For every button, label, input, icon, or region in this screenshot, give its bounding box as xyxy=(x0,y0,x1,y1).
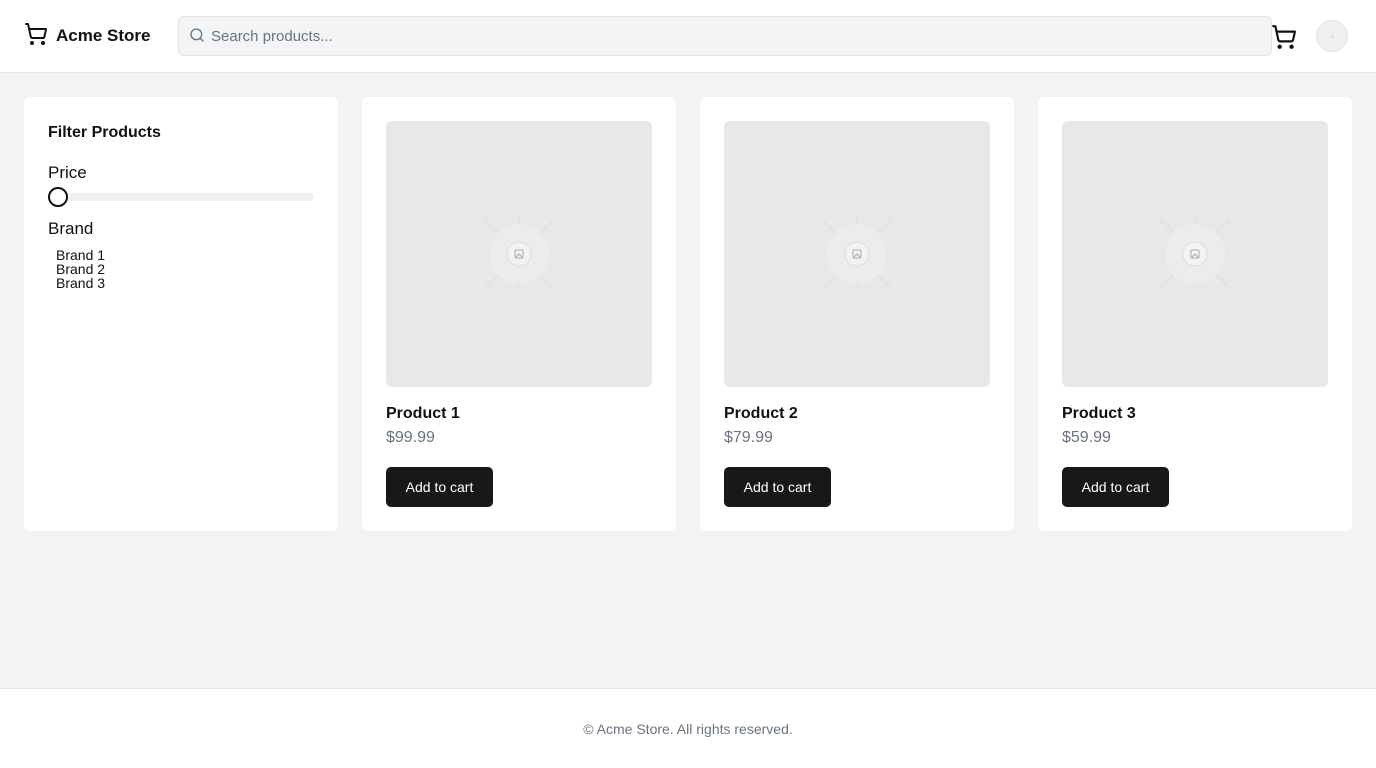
shopping-cart-icon xyxy=(1271,25,1297,54)
top-header: Acme Store xyxy=(0,0,1376,73)
page-footer: © Acme Store. All rights reserved. xyxy=(0,688,1376,768)
product-image xyxy=(1062,121,1328,387)
search-icon xyxy=(189,27,205,48)
product-price: $59.99 xyxy=(1062,429,1111,446)
product-image xyxy=(724,121,990,387)
brand-name: Acme Store xyxy=(56,26,151,45)
filter-title: Filter Products xyxy=(48,124,161,141)
add-to-cart-button[interactable]: Add to cart xyxy=(1062,467,1169,507)
brand-logo-link[interactable]: Acme Store xyxy=(24,22,150,50)
search-bar xyxy=(178,16,1272,56)
shopping-cart-icon xyxy=(24,22,48,51)
filter-sidebar: Filter Products Price Brand Brand 1 Bran… xyxy=(24,97,338,531)
add-to-cart-button[interactable]: Add to cart xyxy=(724,467,831,507)
brand-list: Brand 1 Brand 2 Brand 3 xyxy=(56,248,105,290)
brand-option[interactable]: Brand 1 xyxy=(56,248,105,262)
product-name[interactable]: Product 3 xyxy=(1062,405,1136,423)
product-price: $79.99 xyxy=(724,429,773,446)
product-card: Product 2 $79.99 Add to cart xyxy=(700,97,1014,531)
brand-option[interactable]: Brand 3 xyxy=(56,276,105,290)
price-slider-thumb[interactable] xyxy=(48,187,68,207)
search-input[interactable] xyxy=(211,17,1251,55)
product-price: $99.99 xyxy=(386,429,435,446)
copyright-text: © Acme Store. All rights reserved. xyxy=(583,721,793,737)
brand-option[interactable]: Brand 2 xyxy=(56,262,105,276)
price-label: Price xyxy=(48,163,87,182)
product-image xyxy=(386,121,652,387)
product-card: Product 1 $99.99 Add to cart xyxy=(362,97,676,531)
cart-button[interactable] xyxy=(1271,24,1297,50)
add-to-cart-button[interactable]: Add to cart xyxy=(386,467,493,507)
product-name[interactable]: Product 1 xyxy=(386,405,460,423)
product-card: Product 3 $59.99 Add to cart xyxy=(1038,97,1352,531)
user-avatar[interactable] xyxy=(1316,20,1348,52)
price-slider[interactable] xyxy=(48,187,314,207)
product-name[interactable]: Product 2 xyxy=(724,405,798,423)
brand-label: Brand xyxy=(48,219,94,238)
